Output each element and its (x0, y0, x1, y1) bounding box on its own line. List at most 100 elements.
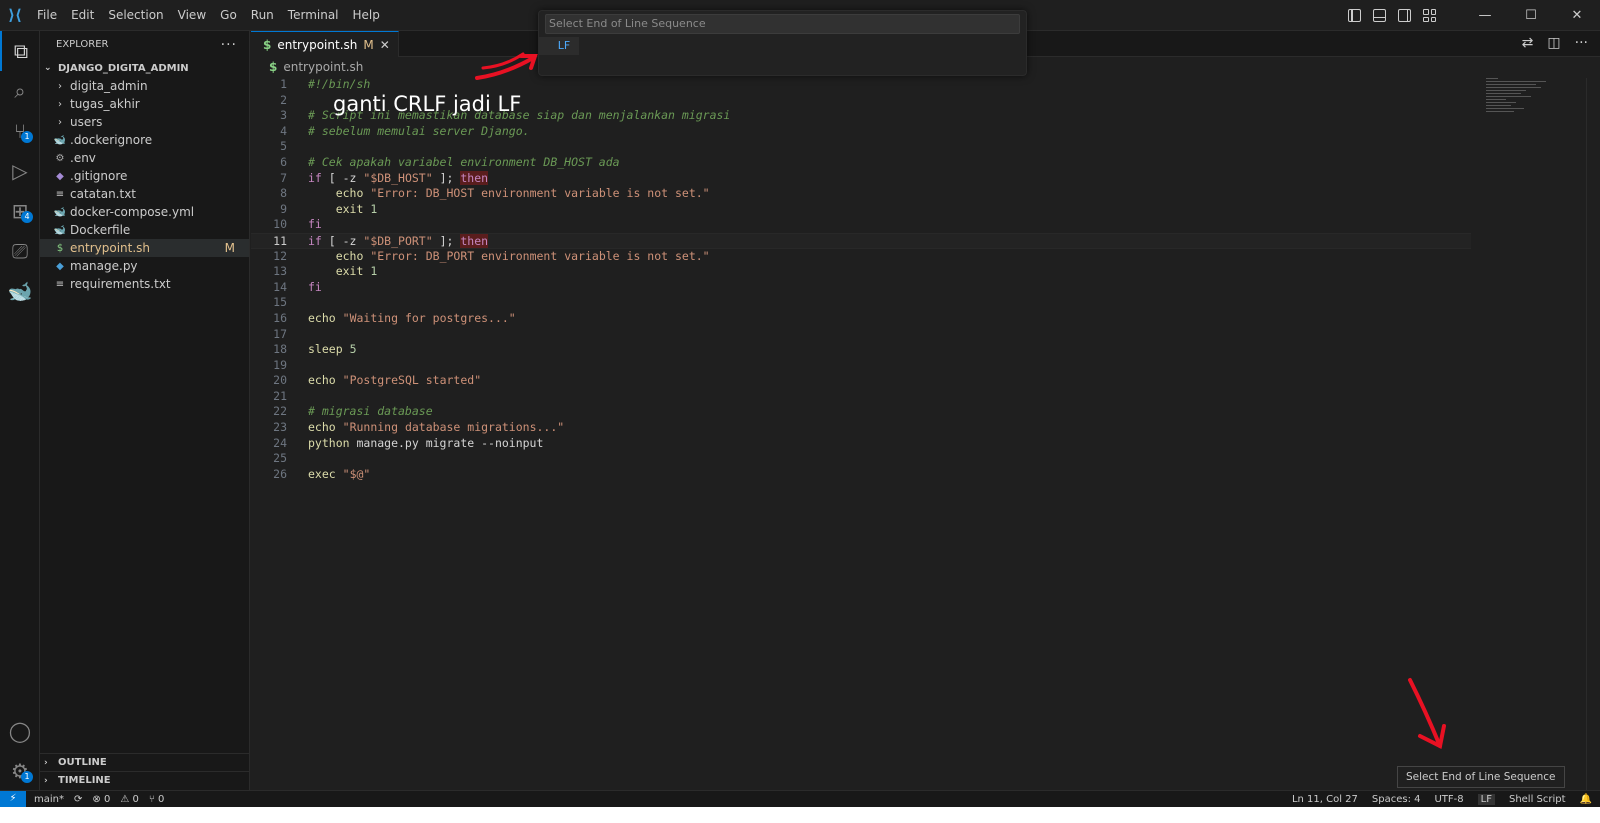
editor-scrollbar[interactable] (1586, 78, 1600, 790)
line-number: 7 (280, 170, 287, 185)
file-item[interactable]: ≡ catatan.txt (40, 185, 249, 203)
folder-item[interactable]: › digita_admin (40, 77, 249, 95)
menu-item-edit[interactable]: Edit (64, 0, 101, 31)
code-line[interactable]: 23 echo "Running database migrations..." (251, 420, 1471, 436)
code-line[interactable]: 13 exit 1 (251, 264, 1471, 280)
code-line[interactable]: 15 (251, 295, 1471, 311)
file-item[interactable]: 🐋 .dockerignore (40, 131, 249, 149)
file-item[interactable]: ◆ .gitignore (40, 167, 249, 185)
code-line[interactable]: 11 if [ -z "$DB_PORT" ]; then (251, 232, 1471, 249)
ports-indicator[interactable]: ⑂ 0 (149, 794, 165, 805)
customize-layout-icon[interactable] (1423, 9, 1436, 22)
code-line[interactable]: 10 fi (251, 217, 1471, 233)
explorer-icon[interactable]: ⧉ (0, 31, 40, 71)
menu-item-help[interactable]: Help (346, 0, 387, 31)
file-item[interactable]: 🐋 docker-compose.yml (40, 203, 249, 221)
code-line[interactable]: 17 (251, 327, 1471, 343)
errors-indicator[interactable]: ⊗ 0 (92, 794, 110, 805)
manage-gear-icon[interactable]: ⚙ 1 (0, 751, 40, 791)
remote-explorer-icon[interactable]: ⎚ (0, 231, 40, 271)
docker-icon[interactable]: 🐋 (0, 271, 40, 311)
code-line[interactable]: 26 exec "$@" (251, 467, 1471, 483)
remote-indicator-icon[interactable]: ⚡ (0, 791, 26, 807)
run-debug-icon[interactable]: ▷ (0, 151, 40, 191)
folder-item[interactable]: › tugas_akhir (40, 95, 249, 113)
title-bar-controls: — ☐ ✕ (1348, 0, 1600, 31)
code-line[interactable]: 9 exit 1 (251, 202, 1471, 218)
code-line[interactable]: 24 python manage.py migrate --noinput (251, 436, 1471, 452)
indentation[interactable]: Spaces: 4 (1372, 794, 1421, 805)
code-token: "$DB_PORT" (363, 233, 433, 248)
breadcrumb-file[interactable]: entrypoint.sh (283, 60, 363, 74)
code-line[interactable]: 6 # Cek apakah variabel environment DB_HO… (251, 155, 1471, 171)
warnings-indicator[interactable]: ⚠ 0 (120, 794, 139, 805)
code-line[interactable]: 4 # sebelum memulai server Django. (251, 124, 1471, 140)
file-item[interactable]: ⚙ .env (40, 149, 249, 167)
tree-item-label: digita_admin (70, 79, 148, 93)
line-text: echo "Error: DB_PORT environment variabl… (308, 249, 710, 265)
close-tab-icon[interactable]: ✕ (380, 38, 390, 52)
toggle-panel-icon[interactable] (1373, 9, 1386, 22)
cursor-position[interactable]: Ln 11, Col 27 (1292, 794, 1358, 805)
file-item[interactable]: ≡ requirements.txt (40, 275, 249, 293)
code-line[interactable]: 25 (251, 451, 1471, 467)
notifications-bell-icon[interactable]: 🔔 (1580, 794, 1592, 805)
badge: 1 (21, 771, 33, 783)
menu-item-run[interactable]: Run (244, 0, 281, 31)
menu-item-go[interactable]: Go (213, 0, 244, 31)
tree-item-label: tugas_akhir (70, 97, 140, 111)
more-actions-icon[interactable]: ··· (1575, 35, 1588, 51)
quick-pick-input[interactable]: Select End of Line Sequence (545, 14, 1020, 34)
menu-item-selection[interactable]: Selection (101, 0, 170, 31)
close-window-button[interactable]: ✕ (1554, 0, 1600, 31)
eol-option-lf[interactable]: LF (539, 37, 579, 55)
file-item[interactable]: ◆ manage.py (40, 257, 249, 275)
sync-icon[interactable]: ⟳ (74, 794, 82, 805)
code-line[interactable]: 21 (251, 389, 1471, 405)
end-of-line-sequence[interactable]: LF (1477, 793, 1495, 805)
code-line[interactable]: 5 (251, 139, 1471, 155)
outline-section[interactable]: › OUTLINE (40, 753, 250, 771)
toggle-secondary-sidebar-icon[interactable] (1398, 9, 1411, 22)
tab-entrypoint-sh[interactable]: $ entrypoint.sh M ✕ (251, 31, 399, 57)
minimize-button[interactable]: — (1462, 0, 1508, 31)
eol-option-crlf[interactable]: CRLF (539, 37, 1026, 55)
extensions-icon[interactable]: ⊞ 4 (0, 191, 40, 231)
language-mode[interactable]: Shell Script (1509, 794, 1566, 805)
minimap[interactable] (1486, 78, 1586, 138)
folder-item[interactable]: › users (40, 113, 249, 131)
timeline-section[interactable]: › TIMELINE (40, 771, 250, 789)
line-text: echo "Error: DB_HOST environment variabl… (308, 186, 710, 202)
code-line[interactable]: 22 # migrasi database (251, 404, 1471, 420)
code-line[interactable]: 7 if [ -z "$DB_HOST" ]; then (251, 170, 1471, 187)
explorer-more-actions-icon[interactable]: ··· (221, 37, 237, 53)
code-line[interactable]: 19 (251, 358, 1471, 374)
menu-item-file[interactable]: File (30, 0, 64, 31)
code-line[interactable]: 18 sleep 5 (251, 342, 1471, 358)
code-line[interactable]: 20 echo "PostgreSQL started" (251, 373, 1471, 389)
search-icon[interactable]: ⌕ (0, 71, 40, 111)
source-control-icon[interactable]: ⑂ 1 (0, 111, 40, 151)
open-changes-icon[interactable]: ⇄ (1522, 35, 1534, 51)
code-line[interactable]: 14 fi (251, 280, 1471, 296)
encoding[interactable]: UTF-8 (1434, 794, 1463, 805)
badge: 1 (21, 131, 33, 143)
code-line[interactable]: 12 echo "Error: DB_PORT environment vari… (251, 249, 1471, 265)
line-text: exec "$@" (308, 467, 370, 483)
line-number: 10 (273, 217, 287, 232)
file-item[interactable]: $ entrypoint.sh M (40, 239, 249, 257)
account-icon[interactable]: ◯ (0, 711, 40, 751)
file-item[interactable]: 🐋 Dockerfile (40, 221, 249, 239)
code-line[interactable]: 8 echo "Error: DB_HOST environment varia… (251, 186, 1471, 202)
code-line[interactable]: 16 echo "Waiting for postgres..." (251, 311, 1471, 327)
maximize-button[interactable]: ☐ (1508, 0, 1554, 31)
code-editor[interactable]: 1 #!/bin/sh 2 3 # Script ini memastikan data… (251, 77, 1471, 482)
split-editor-icon[interactable]: ◫ (1547, 35, 1560, 51)
code-token: "Running database migrations..." (342, 420, 565, 435)
menu-item-terminal[interactable]: Terminal (281, 0, 346, 31)
menu-item-view[interactable]: View (171, 0, 213, 31)
branch-indicator[interactable]: main* (34, 794, 64, 805)
toggle-primary-sidebar-icon[interactable] (1348, 9, 1361, 22)
workspace-root-folder[interactable]: ⌄ DJANGO_DIGITA_ADMIN (40, 59, 249, 77)
